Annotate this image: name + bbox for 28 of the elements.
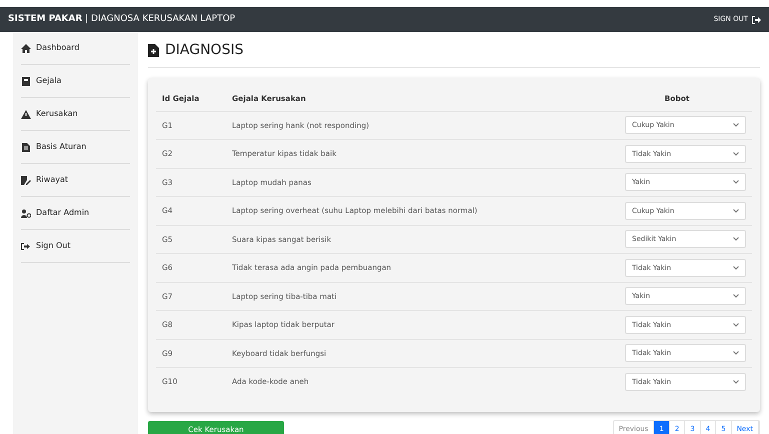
sign-out-icon [21,242,31,250]
sidebar-item[interactable]: Kerusakan [21,98,130,131]
file-icon [21,142,31,152]
sidebar-item[interactable]: Daftar Admin [21,197,130,230]
document-icon [148,44,159,57]
edit-icon [21,176,31,184]
chevron-down-icon [733,294,739,298]
warning-icon [21,110,31,118]
chevron-down-icon [733,351,739,356]
chevron-down-icon [733,322,739,327]
chevron-down-icon [733,380,739,384]
sign-out-icon [752,16,761,24]
home-icon [21,44,31,52]
chevron-down-icon [733,123,739,128]
book-icon [21,76,31,86]
sidebar-item[interactable]: Dashboard [21,32,130,65]
chevron-down-icon [733,237,739,242]
sidebar-item[interactable]: Riwayat [21,164,130,197]
chevron-down-icon [733,266,739,270]
app-title: SISTEM PAKAR | DIAGNOSA KERUSAKAN LAPTOP [8,12,236,26]
page-title: DIAGNOSIS [165,41,244,60]
sidebar-item[interactable]: Gejala [21,65,130,98]
chevron-down-icon [733,180,739,184]
users-icon [21,208,31,218]
sidebar-item[interactable]: Basis Aturan [21,131,130,164]
chevron-down-icon [733,208,739,213]
sidebar-item[interactable]: Sign Out [21,230,130,263]
chevron-down-icon [733,152,739,156]
